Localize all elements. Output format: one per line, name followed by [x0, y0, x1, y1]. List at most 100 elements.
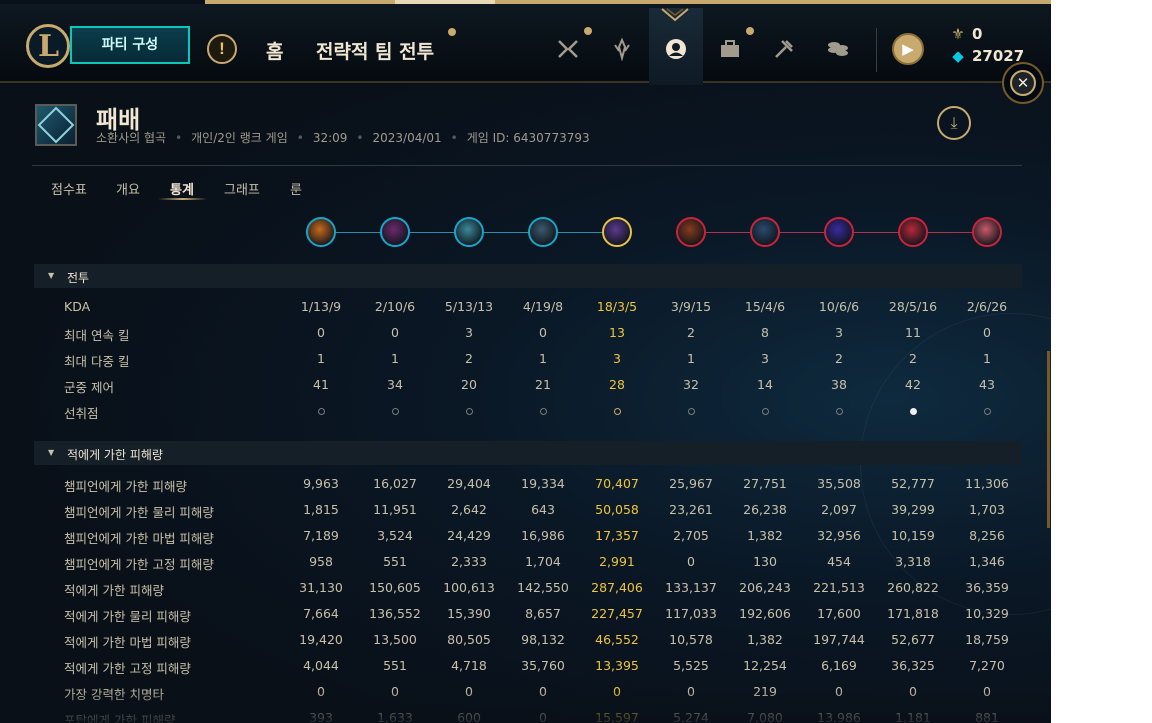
stat-value: 14 — [757, 377, 773, 392]
stat-value: 32,956 — [817, 528, 861, 543]
scrollbar-thumb[interactable] — [1047, 351, 1050, 528]
first-blood-indicator — [614, 408, 621, 415]
match-queue: 개인/2인 랭크 게임 — [191, 131, 288, 145]
stat-value: 98,132 — [521, 632, 565, 647]
ranked-icon[interactable] — [608, 37, 636, 65]
stat-value: 2/10/6 — [374, 299, 416, 314]
tab-scoreboard[interactable]: 점수표 — [51, 179, 87, 198]
stat-value: 9,963 — [303, 476, 339, 491]
stat-value: 2,333 — [451, 554, 487, 569]
stat-value: 15,390 — [447, 606, 491, 621]
stat-value: 26,238 — [743, 502, 787, 517]
collapse-triangle-icon: ▼ — [48, 271, 55, 280]
stat-label: 적에게 가한 피해량 — [64, 583, 164, 598]
collection-icon[interactable] — [716, 37, 744, 65]
tab-overview[interactable]: 개요 — [116, 179, 140, 198]
stat-value: 41 — [313, 377, 329, 392]
stat-value: 197,744 — [813, 632, 865, 647]
section-damage-header[interactable]: ▼ 적에게 가한 피해량 — [34, 441, 1022, 465]
stat-value: 4/19/8 — [522, 299, 564, 314]
stat-value: 28/5/16 — [888, 299, 938, 314]
stat-value: 5,525 — [673, 658, 709, 673]
section-combat-header[interactable]: ▼ 전투 — [34, 264, 1022, 288]
stat-value: 3 — [835, 325, 843, 340]
logo-letter: L — [38, 29, 60, 64]
rp-icon: ⚜ — [951, 25, 965, 43]
nav-tft[interactable]: 전략적 팀 전투 — [316, 37, 434, 64]
player-avatar[interactable]: ▶ — [892, 33, 924, 65]
champion-portrait[interactable] — [528, 217, 558, 247]
nav-separator — [876, 28, 877, 72]
rp-balance[interactable]: ⚜ 0 — [950, 25, 982, 43]
champion-portrait[interactable] — [602, 217, 632, 247]
match-meta: 소환사의 협곡 • 개인/2인 랭크 게임 • 32:09 • 2023/04/01 • 게임 … — [96, 131, 590, 145]
stat-value: 2,705 — [673, 528, 709, 543]
clash-icon[interactable] — [554, 37, 582, 65]
stat-value: 21 — [535, 377, 551, 392]
store-icon[interactable] — [824, 37, 852, 65]
stat-row: 최대 다중 킬 1 1 2 1 3 1 3 2 2 1 — [0, 346, 1051, 372]
champion-portrait[interactable] — [972, 217, 1002, 247]
stat-value: 46,552 — [595, 632, 639, 647]
party-button[interactable]: 파티 구성 — [70, 26, 190, 64]
stat-label: 최대 연속 킬 — [64, 328, 130, 343]
stat-label: 챔피언에게 가한 고정 피해량 — [64, 557, 214, 572]
stat-value: 10,578 — [669, 632, 713, 647]
first-blood-indicator — [836, 408, 843, 415]
stat-value: 8,256 — [969, 528, 1005, 543]
profile-icon[interactable] — [662, 37, 690, 65]
stat-value: 3 — [761, 351, 769, 366]
first-blood-indicator — [762, 408, 769, 415]
champion-portrait[interactable] — [454, 217, 484, 247]
champion-portrait[interactable] — [750, 217, 780, 247]
stat-label: 군중 제어 — [64, 380, 114, 395]
loot-icon[interactable] — [770, 37, 798, 65]
download-icon[interactable]: ⤓ — [937, 106, 971, 140]
stat-value: 12,254 — [743, 658, 787, 673]
stat-value: 1 — [539, 351, 547, 366]
tab-stats[interactable]: 통계 — [170, 179, 194, 198]
section-title: 적에게 가한 피해량 — [67, 448, 163, 462]
stat-value: 7,664 — [303, 606, 339, 621]
stat-value: 34 — [387, 377, 403, 392]
stat-value: 1 — [391, 351, 399, 366]
stat-label: 챔피언에게 가한 마법 피해량 — [64, 531, 214, 546]
stat-value: 7,189 — [303, 528, 339, 543]
champion-portrait[interactable] — [306, 217, 336, 247]
stat-value: 643 — [531, 502, 555, 517]
stat-value: 454 — [827, 554, 851, 569]
stat-value: 0 — [983, 325, 991, 340]
nav-home[interactable]: 홈 — [266, 37, 283, 64]
client-window: L 파티 구성 ! 홈 전략적 팀 전투 ▶ ⚜ 0 ◆ 27027 ✕ 패배 … — [0, 0, 1051, 723]
first-blood-indicator — [984, 408, 991, 415]
stat-value: 11,951 — [373, 502, 417, 517]
stat-value: 2 — [687, 325, 695, 340]
champion-portrait[interactable] — [898, 217, 928, 247]
stat-value: 11 — [905, 325, 921, 340]
champion-portrait[interactable] — [676, 217, 706, 247]
stat-value: 17,600 — [817, 606, 861, 621]
be-balance[interactable]: ◆ 27027 — [950, 47, 1024, 65]
champion-portrait[interactable] — [824, 217, 854, 247]
stat-value: 100,613 — [443, 580, 495, 595]
stat-row: 챔피언에게 가한 물리 피해량 1,815 11,951 2,642 643 50,058… — [0, 497, 1051, 523]
tab-runes[interactable]: 룬 — [290, 179, 302, 198]
champion-portrait[interactable] — [380, 217, 410, 247]
league-logo-icon[interactable]: L — [26, 24, 70, 68]
stat-value: 52,777 — [891, 476, 935, 491]
stat-value: 3,524 — [377, 528, 413, 543]
chevron-down-icon — [661, 8, 689, 22]
stat-row: 적에게 가한 고정 피해량 4,044 551 4,718 35,760 13,395 5,… — [0, 653, 1051, 679]
stat-value: 221,513 — [813, 580, 865, 595]
alert-icon[interactable]: ! — [207, 34, 237, 64]
stat-value: 39,299 — [891, 502, 935, 517]
stat-value: 136,552 — [369, 606, 421, 621]
stat-value: 2,642 — [451, 502, 487, 517]
stat-value: 29,404 — [447, 476, 491, 491]
stat-value: 32 — [683, 377, 699, 392]
tab-graph[interactable]: 그래프 — [224, 179, 260, 198]
stat-value: 3 — [465, 325, 473, 340]
stat-value: 133,137 — [665, 580, 717, 595]
stat-label: 챔피언에게 가한 피해량 — [64, 479, 187, 494]
active-tab-underline — [158, 198, 207, 200]
